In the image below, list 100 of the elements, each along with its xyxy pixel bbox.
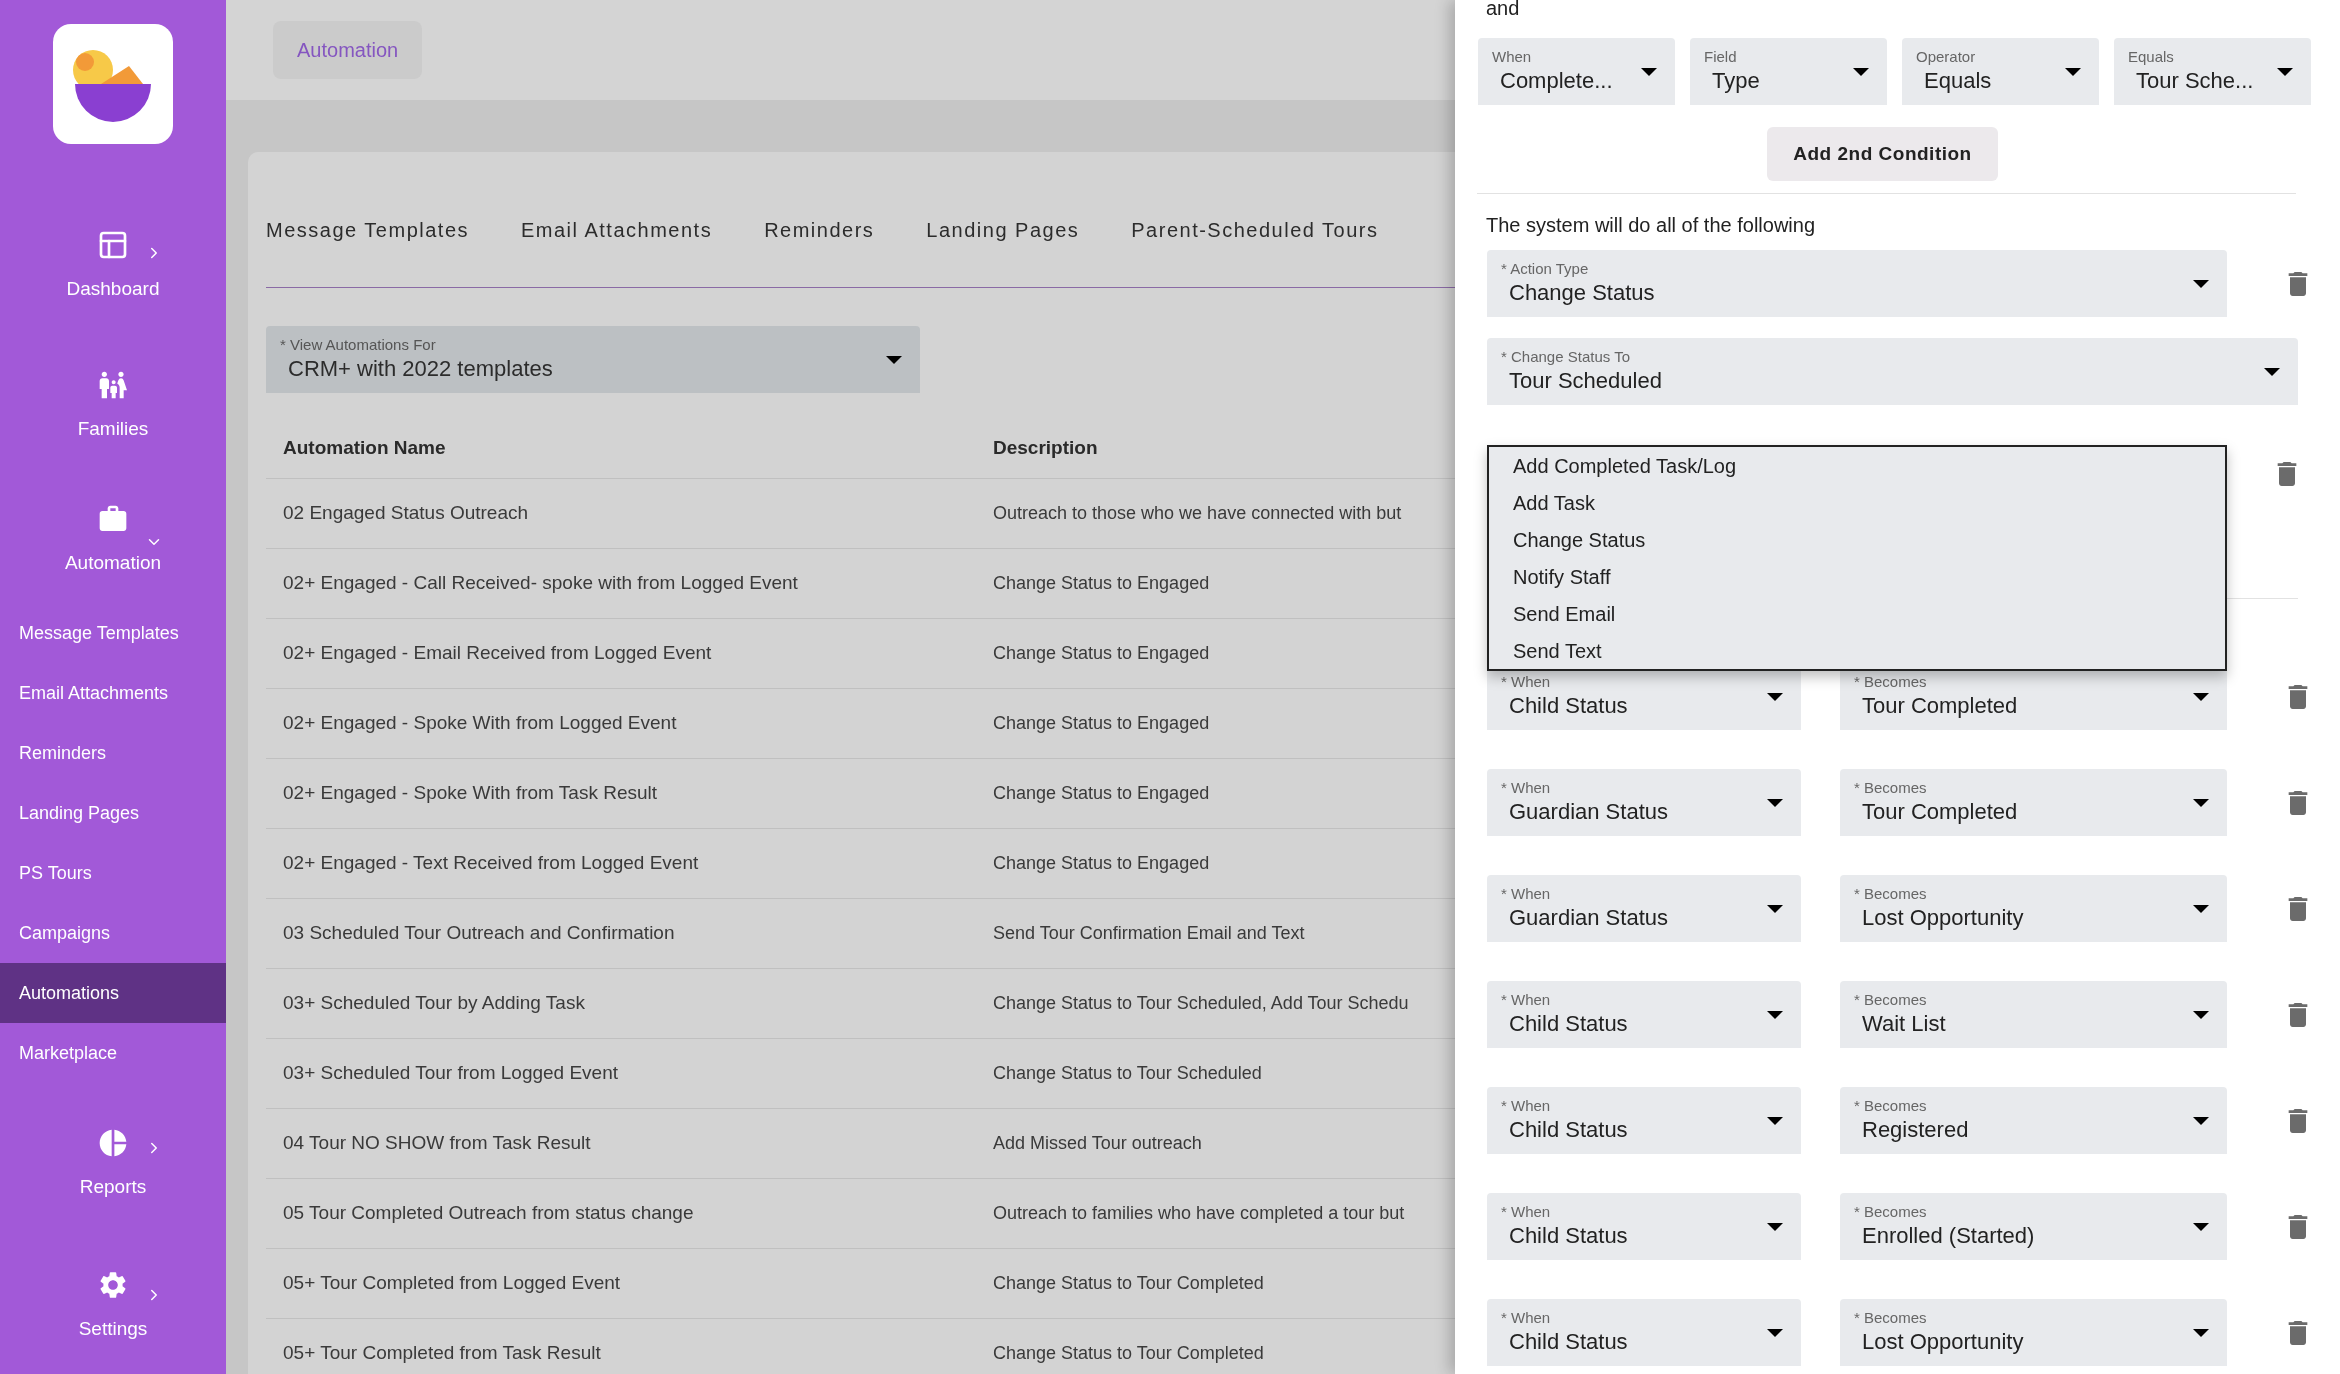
select-field[interactable]: * Becomes Lost Opportunity: [1840, 875, 2227, 942]
table-cell-text: 02+ Engaged - Spoke With from Logged Event: [282, 711, 678, 736]
select-field[interactable]: * When Child Status: [1487, 981, 1801, 1048]
tab[interactable]: Email Attachments: [521, 214, 713, 245]
table-cell-text: 03+ Scheduled Tour by Adding Task: [282, 991, 586, 1016]
table-cell-text: 03+ Scheduled Tour from Logged Event: [282, 1061, 620, 1086]
tab[interactable]: Message Templates: [266, 214, 469, 245]
sidebar-item[interactable]: Marketplace: [0, 1023, 226, 1084]
select-field[interactable]: * Becomes Tour Completed: [1840, 769, 2227, 836]
select-field[interactable]: * Becomes Enrolled (Started): [1840, 1193, 2227, 1260]
select-field[interactable]: * When Child Status: [1487, 1087, 1801, 1154]
caret-icon: [1853, 68, 1869, 76]
field-label: * When: [1500, 1096, 1551, 1115]
field-label: * When: [1500, 990, 1551, 1009]
field-label: * Becomes: [1853, 1202, 1927, 1221]
field-label: * Becomes: [1853, 672, 1927, 691]
field-value: Lost Opportunity: [1861, 1327, 2024, 1356]
sidebar-item[interactable]: PS Tours: [0, 843, 226, 904]
field-label: * When: [1500, 1202, 1551, 1221]
tab[interactable]: Reminders: [764, 214, 875, 245]
caret-icon: [1767, 693, 1783, 701]
menu-item[interactable]: Send Email: [1513, 595, 2225, 632]
menu-item[interactable]: Notify Staff: [1513, 558, 2225, 595]
field-value: Change Status: [1508, 278, 1655, 307]
select-field[interactable]: * Action Type Change Status: [1487, 250, 2227, 317]
table-cell-text: Change Status to Engaged: [993, 852, 1210, 875]
select-field[interactable]: * Becomes Wait List: [1840, 981, 2227, 1048]
nav-label[interactable]: Automation: [64, 548, 162, 578]
add-condition-button[interactable]: Add 2nd Condition: [1767, 127, 1998, 181]
select-field[interactable]: * Becomes Registered: [1840, 1087, 2227, 1154]
select-field[interactable]: * When Child Status: [1487, 1299, 1801, 1366]
field-label: * When: [1500, 1308, 1551, 1327]
select-field[interactable]: When Complete...: [1478, 38, 1675, 105]
select-field[interactable]: * When Child Status: [1487, 1193, 1801, 1260]
caret-icon: [1767, 1117, 1783, 1125]
field-label: * Becomes: [1853, 1096, 1927, 1115]
menu-item[interactable]: Change Status: [1513, 521, 2225, 558]
field-value: Child Status: [1508, 691, 1628, 720]
nav-label[interactable]: Settings: [78, 1314, 148, 1344]
select-field[interactable]: * Becomes Lost Opportunity: [1840, 1299, 2227, 1366]
field-label: * Change Status To: [1500, 347, 1630, 366]
field-value: Tour Sche...: [2135, 66, 2254, 95]
select-field[interactable]: * Change Status To Tour Scheduled: [1487, 338, 2298, 405]
field-label: Operator: [1915, 47, 1976, 66]
select-field[interactable]: Field Type: [1690, 38, 1887, 105]
field-value: Guardian Status: [1508, 903, 1668, 932]
caret-icon: [2193, 693, 2209, 701]
caret-icon: [1767, 905, 1783, 913]
nav-label[interactable]: Families: [77, 415, 149, 444]
sidebar-item[interactable]: Landing Pages: [0, 783, 226, 844]
table-cell-text: 02 Engaged Status Outreach: [282, 501, 530, 526]
select-field[interactable]: * When Guardian Status: [1487, 769, 1801, 836]
field-value: Enrolled (Started): [1861, 1221, 2035, 1250]
field-label: * View Automations For: [279, 335, 436, 354]
conjunction-text: and: [1486, 0, 1520, 19]
field-label: * When: [1500, 884, 1551, 903]
field-label: Field: [1703, 47, 1737, 66]
caret-icon: [2193, 1329, 2209, 1337]
menu-item[interactable]: Add Completed Task/Log: [1513, 447, 2225, 484]
field-value: Child Status: [1508, 1115, 1628, 1144]
caret-icon: [2193, 1117, 2209, 1125]
table-cell-text: Change Status to Tour Completed: [993, 1272, 1264, 1295]
field-value: Complete...: [1499, 66, 1613, 95]
caret-icon: [2065, 68, 2081, 76]
tab[interactable]: Parent-Scheduled Tours: [1131, 214, 1379, 245]
caret-icon: [1767, 1223, 1783, 1231]
field-value: Child Status: [1508, 1327, 1628, 1356]
field-value: Child Status: [1508, 1009, 1628, 1038]
caret-icon: [1641, 68, 1657, 76]
menu-item[interactable]: Add Task: [1513, 484, 2225, 521]
table-cell-text: 05+ Tour Completed from Logged Event: [282, 1271, 622, 1296]
nav-label[interactable]: Reports: [79, 1173, 147, 1202]
table-cell-text: Change Status to Engaged: [993, 572, 1210, 595]
field-value: Child Status: [1508, 1221, 1628, 1250]
table-cell-text: 05+ Tour Completed from Task Result: [282, 1341, 602, 1366]
table-cell-text: Change Status to Engaged: [993, 642, 1210, 665]
sidebar-item[interactable]: Automations: [0, 963, 226, 1024]
select-field[interactable]: Equals Tour Sche...: [2114, 38, 2311, 105]
field-label: * Becomes: [1853, 778, 1927, 797]
select-field[interactable]: Operator Equals: [1902, 38, 2099, 105]
field-value: Guardian Status: [1508, 797, 1668, 826]
table-cell-text: Change Status to Tour Scheduled: [993, 1062, 1262, 1085]
column-header: Automation Name: [282, 436, 447, 461]
table-cell-text: 05 Tour Completed Outreach from status change: [282, 1201, 695, 1226]
caret-icon: [2193, 905, 2209, 913]
field-label: * When: [1500, 672, 1551, 691]
caret-icon: [1767, 1011, 1783, 1019]
table-cell-text: 03 Scheduled Tour Outreach and Confirmation: [282, 921, 676, 946]
section-heading: The system will do all of the following: [1486, 214, 1816, 236]
select-field[interactable]: * When Guardian Status: [1487, 875, 1801, 942]
sidebar-item[interactable]: Email Attachments: [0, 663, 226, 724]
sidebar-item[interactable]: Reminders: [0, 723, 226, 784]
field-value: Wait List: [1861, 1009, 1946, 1038]
tab[interactable]: Landing Pages: [926, 214, 1080, 245]
sidebar-item[interactable]: Campaigns: [0, 903, 226, 964]
caret-icon: [2193, 1011, 2209, 1019]
select-field[interactable]: * View Automations For CRM+ with 2022 templates: [266, 326, 920, 393]
nav-label[interactable]: Dashboard: [66, 274, 160, 304]
sidebar-item[interactable]: Message Templates: [0, 603, 226, 664]
field-value: Type: [1711, 66, 1760, 95]
